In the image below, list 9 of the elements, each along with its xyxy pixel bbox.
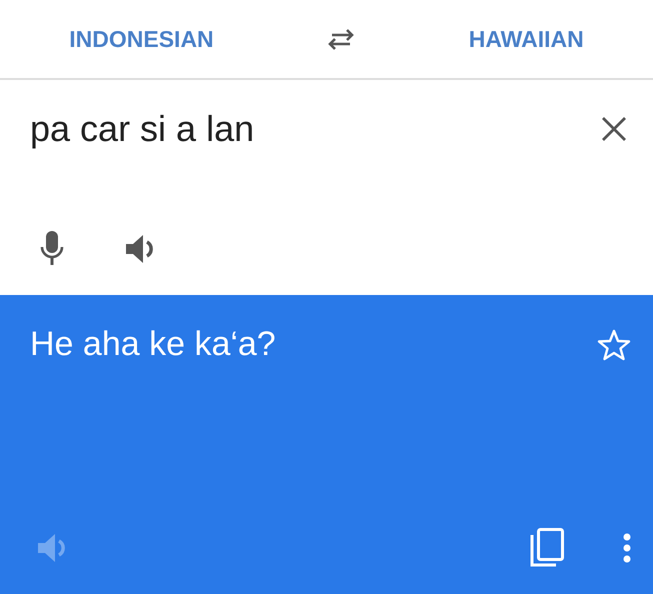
star-icon[interactable] xyxy=(597,328,631,360)
translation-text: He aha ke ka‘a? xyxy=(30,325,276,364)
copy-icon[interactable] xyxy=(529,528,565,568)
microphone-icon[interactable] xyxy=(40,231,64,267)
input-field[interactable]: pa car si a lan xyxy=(30,108,254,150)
target-language-button[interactable]: HAWAIIAN xyxy=(460,22,592,56)
source-language-button[interactable]: INDONESIAN xyxy=(61,22,222,56)
more-options-icon[interactable] xyxy=(623,533,631,563)
close-icon[interactable] xyxy=(601,116,627,142)
